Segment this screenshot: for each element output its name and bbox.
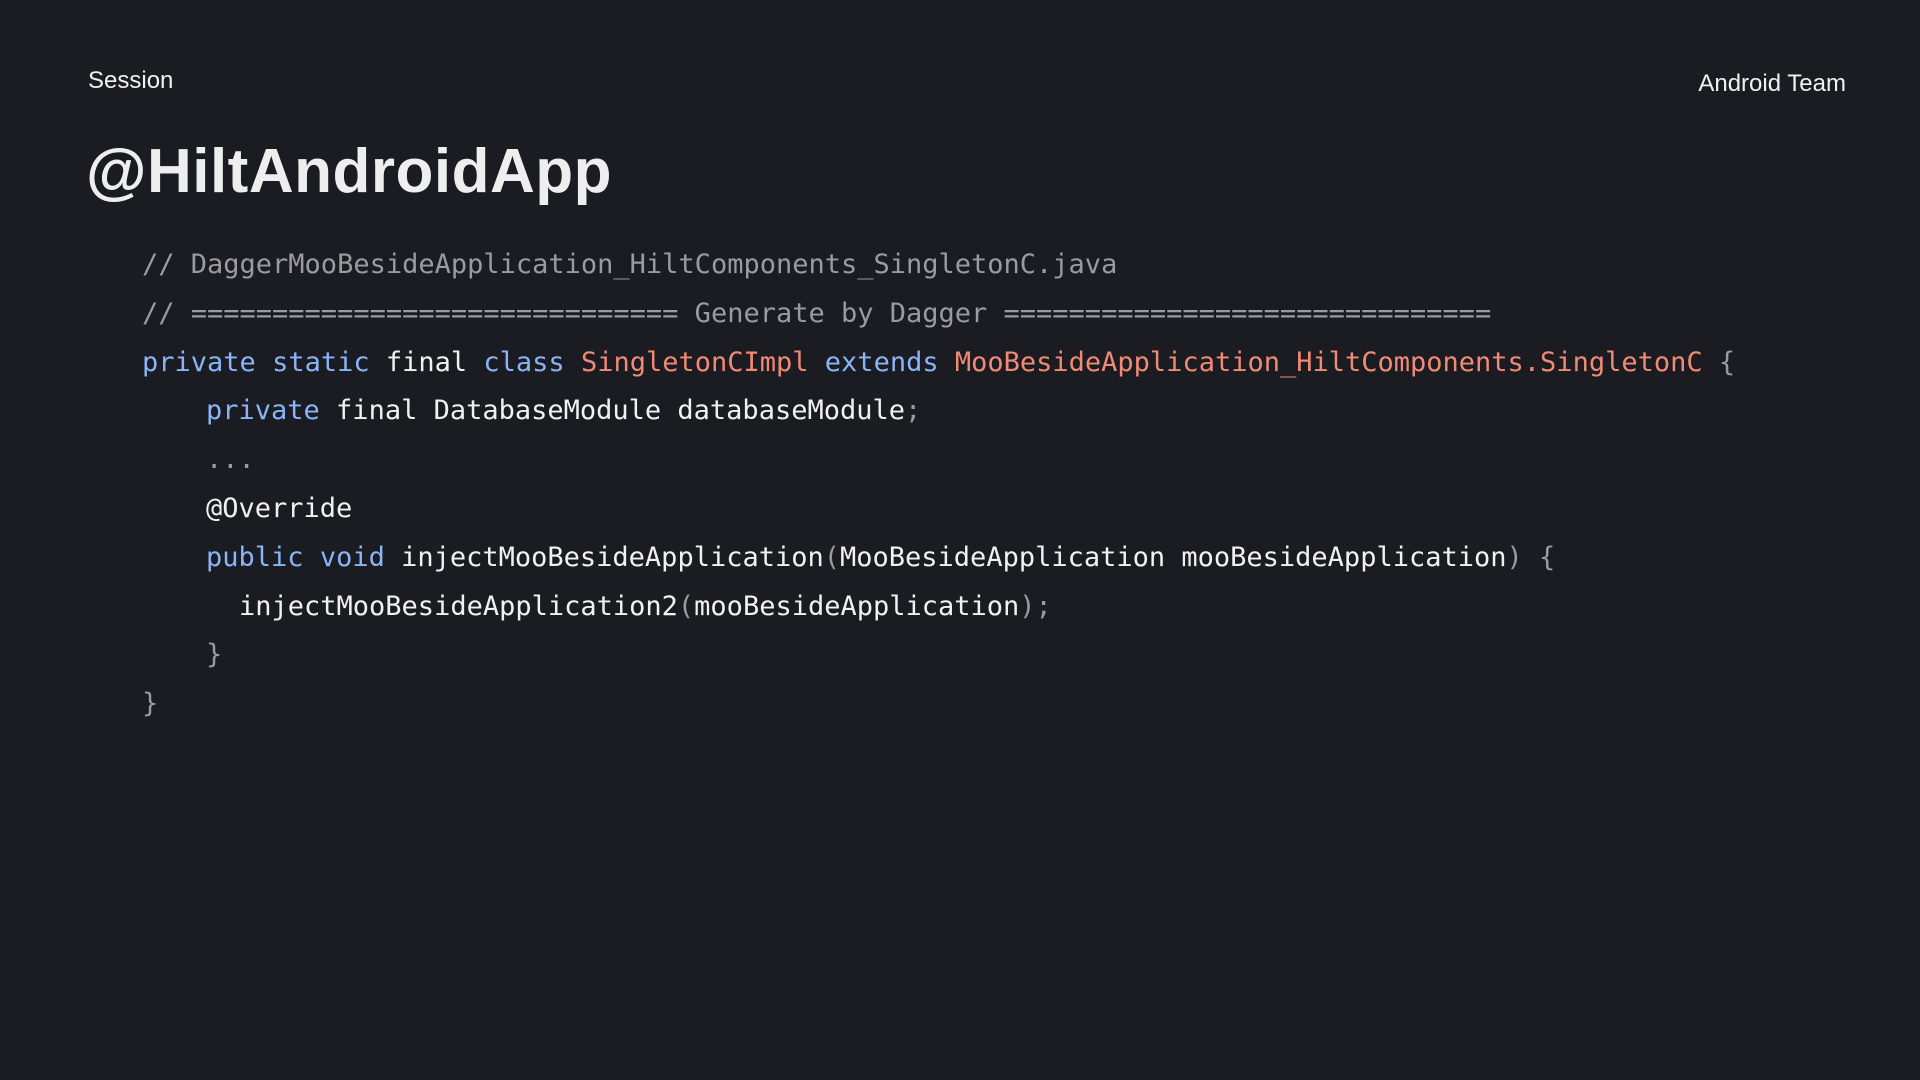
slide: Session Android Team @HiltAndroidApp // …	[0, 0, 1920, 1080]
code-token-keyword: private	[142, 346, 256, 378]
code-token-keyword: public	[206, 541, 304, 573]
code-token-punct: );	[1019, 590, 1052, 622]
code-token-plain: final DatabaseModule databaseModule	[319, 395, 905, 427]
code-block: // DaggerMooBesideApplication_HiltCompon…	[142, 241, 1735, 729]
code-line: private static final class SingletonCImp…	[142, 339, 1735, 388]
code-token-punct: ...	[206, 444, 255, 476]
code-token-keyword: void	[319, 541, 385, 573]
code-token-keyword: private	[206, 395, 320, 427]
code-token-plain: injectMooBesideApplication	[384, 541, 824, 573]
code-line: injectMooBesideApplication2(mooBesideApp…	[142, 583, 1735, 632]
code-token-type: MooBesideApplication_HiltComponents.Sing…	[954, 346, 1703, 378]
code-token-plain: mooBesideApplication	[694, 590, 1020, 622]
code-token-plain: final	[369, 346, 484, 378]
session-label: Session	[88, 67, 174, 94]
code-line: }	[142, 680, 1735, 729]
code-token-punct: (	[677, 590, 695, 622]
code-line: private final DatabaseModule databaseMod…	[142, 387, 1735, 436]
code-token-keyword: extends	[824, 346, 939, 378]
code-token-comment: // DaggerMooBesideApplication_HiltCompon…	[142, 249, 1118, 280]
code-token-punct: }	[206, 639, 223, 671]
code-token-punct: }	[142, 688, 159, 720]
code-line: ...	[142, 436, 1735, 485]
code-line: // DaggerMooBesideApplication_HiltCompon…	[142, 241, 1735, 290]
code-token-punct: ) {	[1506, 541, 1556, 573]
code-line: public void injectMooBesideApplication(M…	[142, 534, 1735, 583]
code-token-type: SingletonCImpl	[580, 346, 809, 378]
code-token-punct: (	[823, 541, 841, 573]
code-token-plain: MooBesideApplication mooBesideApplicatio…	[840, 541, 1507, 573]
code-token-punct: {	[1702, 346, 1736, 378]
code-line: // ============================== Genera…	[142, 290, 1735, 339]
code-line: }	[142, 631, 1735, 680]
code-token-plain: injectMooBesideApplication2	[239, 590, 678, 622]
code-token-punct: ;	[905, 395, 922, 427]
code-line: @Override	[142, 485, 1735, 534]
code-token-plain: @Override	[206, 492, 353, 524]
code-token-comment: // ============================== Genera…	[142, 297, 1492, 329]
code-token-keyword: static	[272, 346, 370, 378]
code-token-keyword: class	[483, 346, 565, 378]
team-label: Android Team	[1698, 70, 1846, 97]
slide-title: @HiltAndroidApp	[86, 137, 612, 206]
